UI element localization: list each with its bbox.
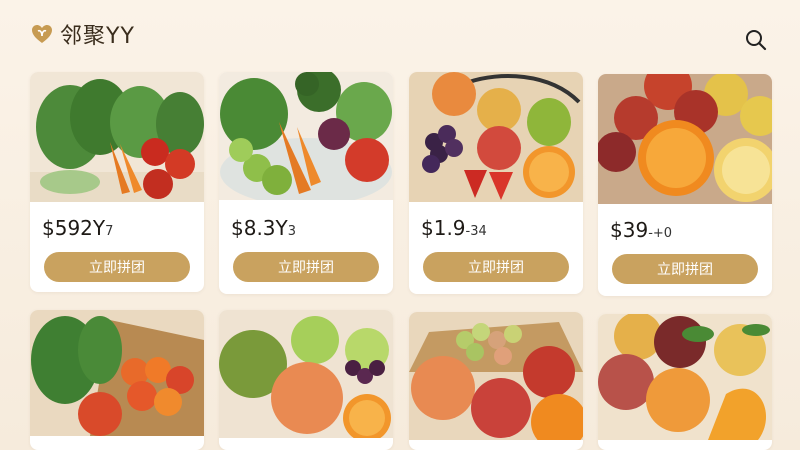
- product-image[interactable]: [219, 310, 393, 438]
- product-card[interactable]: [30, 310, 204, 450]
- product-card[interactable]: [409, 312, 583, 450]
- group-buy-button[interactable]: 立即拼团: [423, 252, 569, 282]
- price-suffix: -34: [465, 224, 487, 239]
- search-button[interactable]: [742, 26, 770, 54]
- product-price: $1.9-34: [421, 216, 487, 240]
- product-image[interactable]: [598, 314, 772, 440]
- leaf-heart-icon: [32, 25, 52, 43]
- product-image[interactable]: [30, 310, 204, 436]
- product-image[interactable]: [30, 72, 204, 202]
- product-image[interactable]: [409, 312, 583, 440]
- app-logo[interactable]: 邻聚YY: [30, 20, 135, 49]
- app-name: 邻聚YY: [60, 24, 135, 49]
- product-image[interactable]: [219, 72, 393, 200]
- product-price: $8.3Y3: [231, 216, 296, 240]
- price-suffix: 3: [287, 224, 297, 239]
- product-card[interactable]: [598, 314, 772, 450]
- group-buy-button[interactable]: 立即拼团: [612, 254, 758, 284]
- product-card[interactable]: $1.9-34 立即拼团: [409, 72, 583, 294]
- product-card[interactable]: [219, 310, 393, 450]
- product-card[interactable]: $8.3Y3 立即拼团: [219, 72, 393, 294]
- price-value: $592Y: [42, 216, 106, 240]
- product-price: $39-+0: [610, 218, 672, 242]
- price-value: $8.3Y: [231, 216, 288, 240]
- product-card[interactable]: $592Y7 立即拼团: [30, 72, 204, 292]
- price-suffix: -+0: [648, 226, 673, 241]
- price-value: $1.9: [421, 216, 466, 240]
- product-image[interactable]: [409, 72, 583, 202]
- product-card[interactable]: $39-+0 立即拼团: [598, 74, 772, 296]
- group-buy-button[interactable]: 立即拼团: [233, 252, 379, 282]
- header: 邻聚YY: [0, 0, 800, 64]
- price-suffix: 7: [105, 224, 114, 239]
- search-icon: [746, 30, 767, 51]
- app-root: 邻聚YY $592Y7 立即拼团 $8.3Y3 立即拼团 $1.9-34 立即拼…: [0, 0, 800, 450]
- product-image[interactable]: [598, 74, 772, 204]
- product-price: $592Y7: [42, 216, 113, 240]
- price-value: $39: [610, 218, 649, 242]
- group-buy-button[interactable]: 立即拼团: [44, 252, 190, 282]
